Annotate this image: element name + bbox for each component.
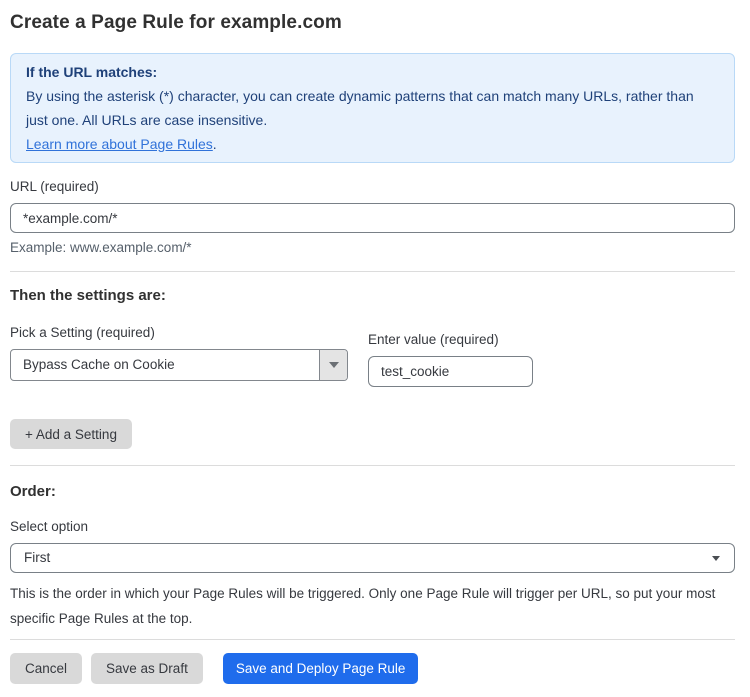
url-matches-info-box: If the URL matches: By using the asteris… (10, 53, 735, 163)
page-title: Create a Page Rule for example.com (10, 12, 735, 34)
order-section-heading: Order: (10, 483, 735, 500)
add-setting-button[interactable]: + Add a Setting (10, 419, 132, 449)
setting-select-value: Bypass Cache on Cookie (11, 350, 319, 380)
link-period: . (213, 136, 217, 152)
setting-select[interactable]: Bypass Cache on Cookie (10, 349, 348, 381)
settings-section-heading: Then the settings are: (10, 287, 735, 304)
chevron-down-icon (329, 362, 339, 368)
settings-row: Pick a Setting (required) Bypass Cache o… (10, 325, 735, 387)
order-select-value: First (11, 544, 734, 572)
enter-value-label: Enter value (required) (368, 332, 533, 347)
setting-value-input[interactable] (368, 356, 533, 387)
save-and-deploy-button[interactable]: Save and Deploy Page Rule (223, 653, 419, 684)
divider (10, 639, 735, 640)
order-select-label: Select option (10, 519, 735, 534)
cancel-button[interactable]: Cancel (10, 653, 82, 684)
url-label: URL (required) (10, 179, 735, 194)
order-description: This is the order in which your Page Rul… (10, 581, 735, 631)
setting-picker-column: Pick a Setting (required) Bypass Cache o… (10, 325, 348, 387)
divider (10, 271, 735, 272)
setting-select-arrow-button[interactable] (319, 350, 347, 380)
order-select[interactable]: First (10, 543, 735, 573)
chevron-down-icon (712, 556, 720, 561)
info-box-heading: If the URL matches: (26, 60, 719, 84)
page-rule-form: Create a Page Rule for example.com If th… (0, 0, 750, 697)
info-box-body: By using the asterisk (*) character, you… (26, 84, 719, 132)
setting-value-column: Enter value (required) (368, 325, 533, 387)
footer-button-row: Cancel Save as Draft Save and Deploy Pag… (10, 653, 735, 684)
url-input[interactable] (10, 203, 735, 233)
info-box-link-line: Learn more about Page Rules. (26, 132, 719, 156)
url-example-hint: Example: www.example.com/* (10, 240, 735, 255)
pick-setting-label: Pick a Setting (required) (10, 325, 348, 340)
save-as-draft-button[interactable]: Save as Draft (91, 653, 203, 684)
learn-more-link[interactable]: Learn more about Page Rules (26, 136, 213, 152)
divider (10, 465, 735, 466)
